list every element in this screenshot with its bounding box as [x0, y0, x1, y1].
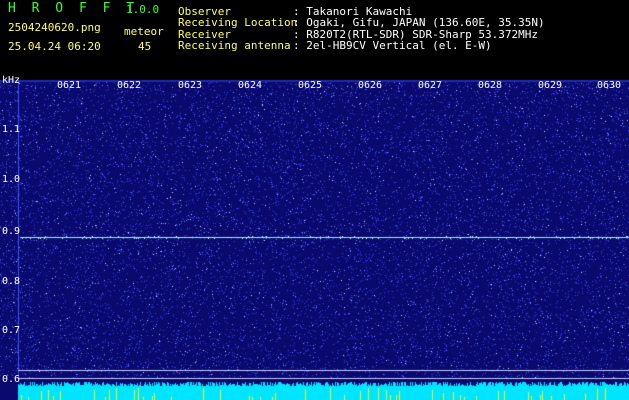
file-name: 2504240620.png: [8, 21, 101, 34]
x-tick-0621: 0621: [57, 80, 82, 91]
y-tick-0-7: 0.7: [2, 325, 21, 336]
x-tick-0622: 0622: [117, 80, 142, 91]
x-tick-0623: 0623: [178, 80, 203, 91]
spectrogram-plot: [0, 72, 629, 400]
meteor-count: 45: [138, 40, 152, 53]
date-time: 25.04.24 06:20: [8, 40, 101, 53]
app-version: 1.0.0: [126, 3, 160, 16]
x-tick-0627: 0627: [418, 80, 443, 91]
y-axis-unit: kHz: [2, 75, 21, 86]
info-label-antenna: Receiving antenna: [178, 39, 291, 52]
mode-label: meteor: [124, 25, 164, 38]
y-tick-1-0: 1.0: [2, 174, 21, 185]
x-tick-0628: 0628: [478, 80, 503, 91]
x-tick-0626: 0626: [358, 80, 383, 91]
x-tick-0624: 0624: [238, 80, 263, 91]
header-panel: H R O F F T 1.0.0 2504240620.png meteor …: [0, 0, 629, 72]
y-tick-1-1: 1.1: [2, 124, 21, 135]
app-name: H R O F F T: [8, 1, 139, 16]
y-tick-0-9: 0.9: [2, 226, 21, 237]
y-tick-0-8: 0.8: [2, 276, 21, 287]
y-tick-0-6: 0.6: [2, 374, 21, 385]
x-tick-0629: 0629: [538, 80, 563, 91]
x-tick-0630: 0630: [597, 80, 622, 91]
x-tick-0625: 0625: [298, 80, 323, 91]
info-value-antenna: : 2el-HB9CV Vertical (el. E-W): [293, 39, 492, 52]
